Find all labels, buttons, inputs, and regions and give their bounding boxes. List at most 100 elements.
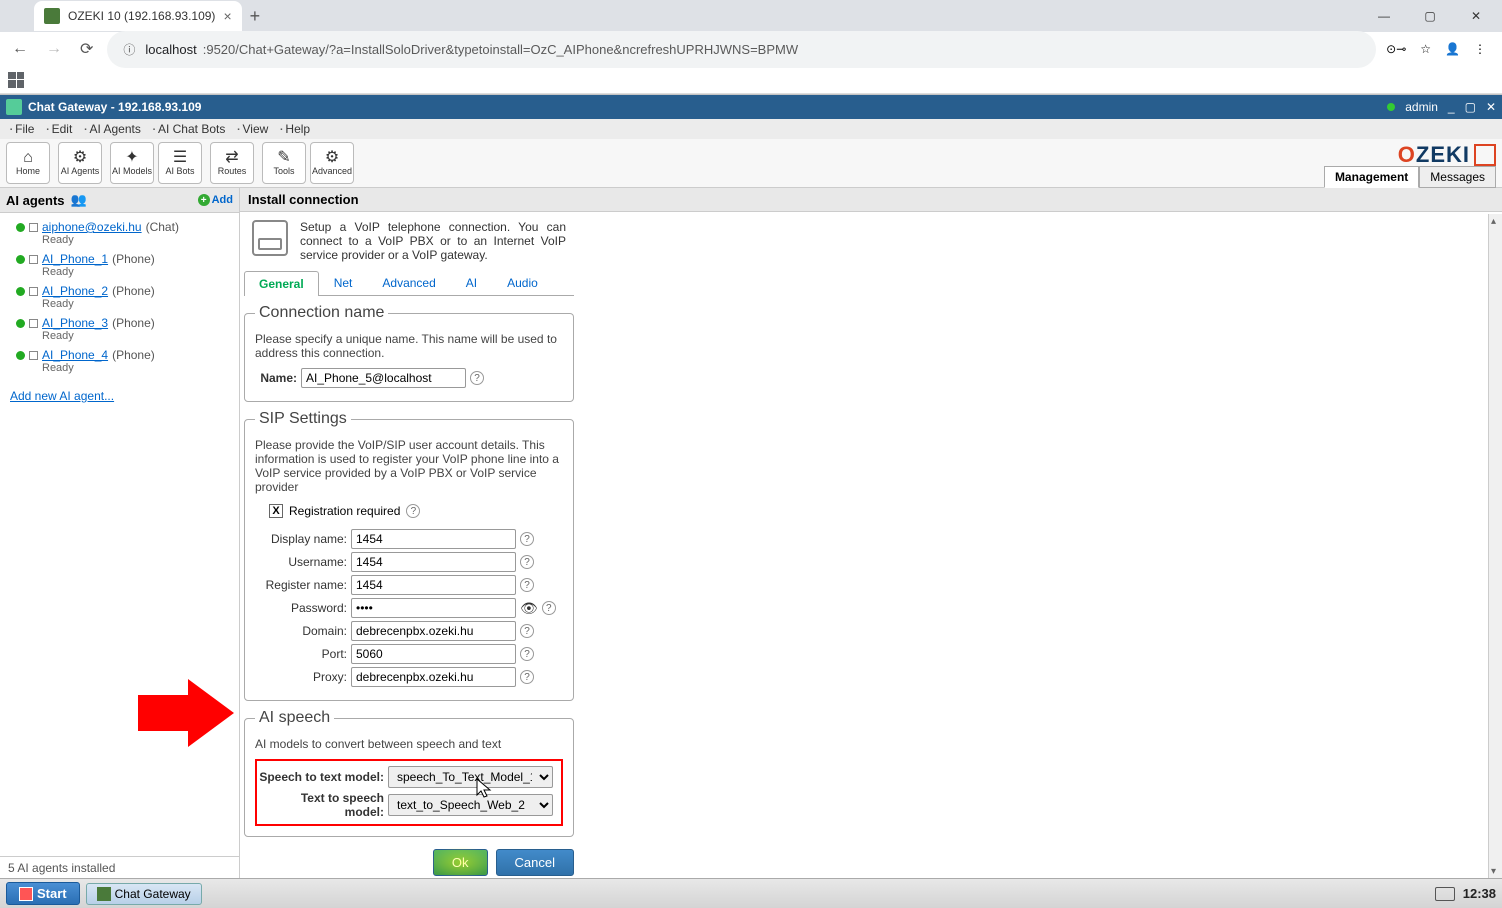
status-dot-icon xyxy=(1387,103,1395,111)
tab-title: OZEKI 10 (192.168.93.109) xyxy=(68,9,215,23)
phone-icon xyxy=(252,220,288,256)
help-icon[interactable]: ? xyxy=(520,578,534,592)
bots-icon: ☰ xyxy=(173,150,187,166)
start-button[interactable]: Start xyxy=(6,882,80,905)
favicon xyxy=(44,8,60,24)
ok-button[interactable]: Ok xyxy=(433,849,488,876)
scrollbar[interactable] xyxy=(1488,214,1502,879)
start-icon xyxy=(19,887,33,901)
help-icon[interactable]: ? xyxy=(520,647,534,661)
taskbar-item-chat-gateway[interactable]: Chat Gateway xyxy=(86,883,202,905)
toolbar-ai-agents-button[interactable]: ⚙AI Agents xyxy=(58,142,102,184)
brand-icon xyxy=(1474,144,1496,166)
help-icon[interactable]: ? xyxy=(470,371,484,385)
menu-view[interactable]: View xyxy=(231,122,274,136)
tab-messages[interactable]: Messages xyxy=(1419,166,1496,188)
keyboard-icon[interactable] xyxy=(1435,887,1455,901)
help-icon[interactable]: ? xyxy=(406,504,420,518)
new-tab-button[interactable]: + xyxy=(250,6,261,27)
menu-icon[interactable]: ⋮ xyxy=(1474,42,1486,56)
add-agent-link[interactable]: Add xyxy=(198,194,233,207)
help-icon[interactable]: ? xyxy=(520,555,534,569)
speech-to-text-select[interactable]: speech_To_Text_Model_1 xyxy=(388,766,553,788)
registration-checkbox[interactable]: X xyxy=(269,504,283,518)
agent-icon xyxy=(29,223,38,232)
agent-icon xyxy=(29,287,38,296)
menu-file[interactable]: File xyxy=(4,122,40,136)
menu-edit[interactable]: Edit xyxy=(40,122,78,136)
back-button[interactable]: ← xyxy=(8,36,32,62)
tools-icon: ✎ xyxy=(277,150,290,166)
password-input[interactable] xyxy=(351,598,516,618)
register-name-input[interactable] xyxy=(351,575,516,595)
close-tab-icon[interactable]: × xyxy=(223,8,231,24)
toolbar-home-button[interactable]: ⌂Home xyxy=(6,142,50,184)
profile-icon[interactable]: 👤 xyxy=(1445,42,1460,56)
reload-button[interactable]: ⟳ xyxy=(76,35,97,63)
port-input[interactable] xyxy=(351,644,516,664)
help-icon[interactable]: ? xyxy=(520,624,534,638)
add-new-agent-link[interactable]: Add new AI agent... xyxy=(10,389,114,403)
agent-item[interactable]: AI_Phone_3 (Phone) Ready xyxy=(6,313,233,345)
agent-item[interactable]: aiphone@ozeki.hu (Chat) Ready xyxy=(6,217,233,249)
help-icon[interactable]: ? xyxy=(520,670,534,684)
agents-icon: ⚙ xyxy=(73,150,87,166)
left-pane-footer: 5 AI agents installed xyxy=(0,856,239,879)
bookmark-star-icon[interactable]: ☆ xyxy=(1420,42,1431,56)
display-name-input[interactable] xyxy=(351,529,516,549)
models-icon: ✦ xyxy=(125,150,138,166)
menu-help[interactable]: Help xyxy=(274,122,316,136)
close-window-icon[interactable]: ✕ xyxy=(1456,2,1496,30)
app-title: Chat Gateway - 192.168.93.109 xyxy=(28,100,201,114)
agent-icon xyxy=(29,351,38,360)
name-input[interactable] xyxy=(301,368,466,388)
toolbar-routes-button[interactable]: ⇄Routes xyxy=(210,142,254,184)
toolbar-ai-models-button[interactable]: ✦AI Models xyxy=(110,142,154,184)
url-path: :9520/Chat+Gateway/?a=InstallSoloDriver&… xyxy=(203,42,798,57)
agent-item[interactable]: AI_Phone_1 (Phone) Ready xyxy=(6,249,233,281)
help-icon[interactable]: ? xyxy=(542,601,556,615)
center-header: Install connection xyxy=(240,188,1502,212)
app-minimize-icon[interactable]: _ xyxy=(1448,100,1455,114)
help-icon[interactable]: ? xyxy=(520,532,534,546)
agent-item[interactable]: AI_Phone_4 (Phone) Ready xyxy=(6,345,233,377)
agent-item[interactable]: AI_Phone_2 (Phone) Ready xyxy=(6,281,233,313)
tab-ai[interactable]: AI xyxy=(451,270,492,295)
status-dot-icon xyxy=(16,223,25,232)
password-icon[interactable]: ⊙⊸ xyxy=(1386,42,1406,56)
domain-input[interactable] xyxy=(351,621,516,641)
address-bar[interactable]: ⓘ localhost:9520/Chat+Gateway/?a=Install… xyxy=(107,31,1376,68)
text-to-speech-select[interactable]: text_to_Speech_Web_2 xyxy=(388,794,553,816)
ai-speech-fieldset: AI speech AI models to convert between s… xyxy=(244,709,574,837)
forward-button[interactable]: → xyxy=(42,36,66,62)
maximize-window-icon[interactable]: ▢ xyxy=(1410,2,1450,30)
install-description: Setup a VoIP telephone connection. You c… xyxy=(300,220,566,262)
cancel-button[interactable]: Cancel xyxy=(496,849,574,876)
app-maximize-icon[interactable]: ▢ xyxy=(1465,100,1476,114)
agent-icon xyxy=(29,319,38,328)
site-info-icon[interactable]: ⓘ xyxy=(119,37,139,62)
apps-icon[interactable] xyxy=(8,72,24,88)
tab-audio[interactable]: Audio xyxy=(492,270,553,295)
minimize-window-icon[interactable]: — xyxy=(1364,2,1404,30)
menu-ai-agents[interactable]: AI Agents xyxy=(78,122,147,136)
browser-tab[interactable]: OZEKI 10 (192.168.93.109) × xyxy=(34,1,242,31)
status-dot-icon xyxy=(16,351,25,360)
proxy-input[interactable] xyxy=(351,667,516,687)
tab-management[interactable]: Management xyxy=(1324,166,1419,188)
tab-general[interactable]: General xyxy=(244,271,319,296)
username-input[interactable] xyxy=(351,552,516,572)
eye-icon[interactable]: 👁 xyxy=(520,600,538,617)
toolbar-tools-button[interactable]: ✎Tools xyxy=(262,142,306,184)
toolbar-advanced-button[interactable]: ⚙Advanced xyxy=(310,142,354,184)
toolbar-ai-bots-button[interactable]: ☰AI Bots xyxy=(158,142,202,184)
connection-name-fieldset: Connection name Please specify a unique … xyxy=(244,304,574,402)
tab-advanced[interactable]: Advanced xyxy=(367,270,450,295)
status-dot-icon xyxy=(16,255,25,264)
tab-net[interactable]: Net xyxy=(319,270,368,295)
menu-ai-chat-bots[interactable]: AI Chat Bots xyxy=(147,122,232,136)
highlight-annotation: Speech to text model:speech_To_Text_Mode… xyxy=(255,759,563,826)
app-close-icon[interactable]: ✕ xyxy=(1486,100,1496,114)
menubar: File Edit AI Agents AI Chat Bots View He… xyxy=(0,119,1502,139)
home-icon: ⌂ xyxy=(23,150,33,166)
